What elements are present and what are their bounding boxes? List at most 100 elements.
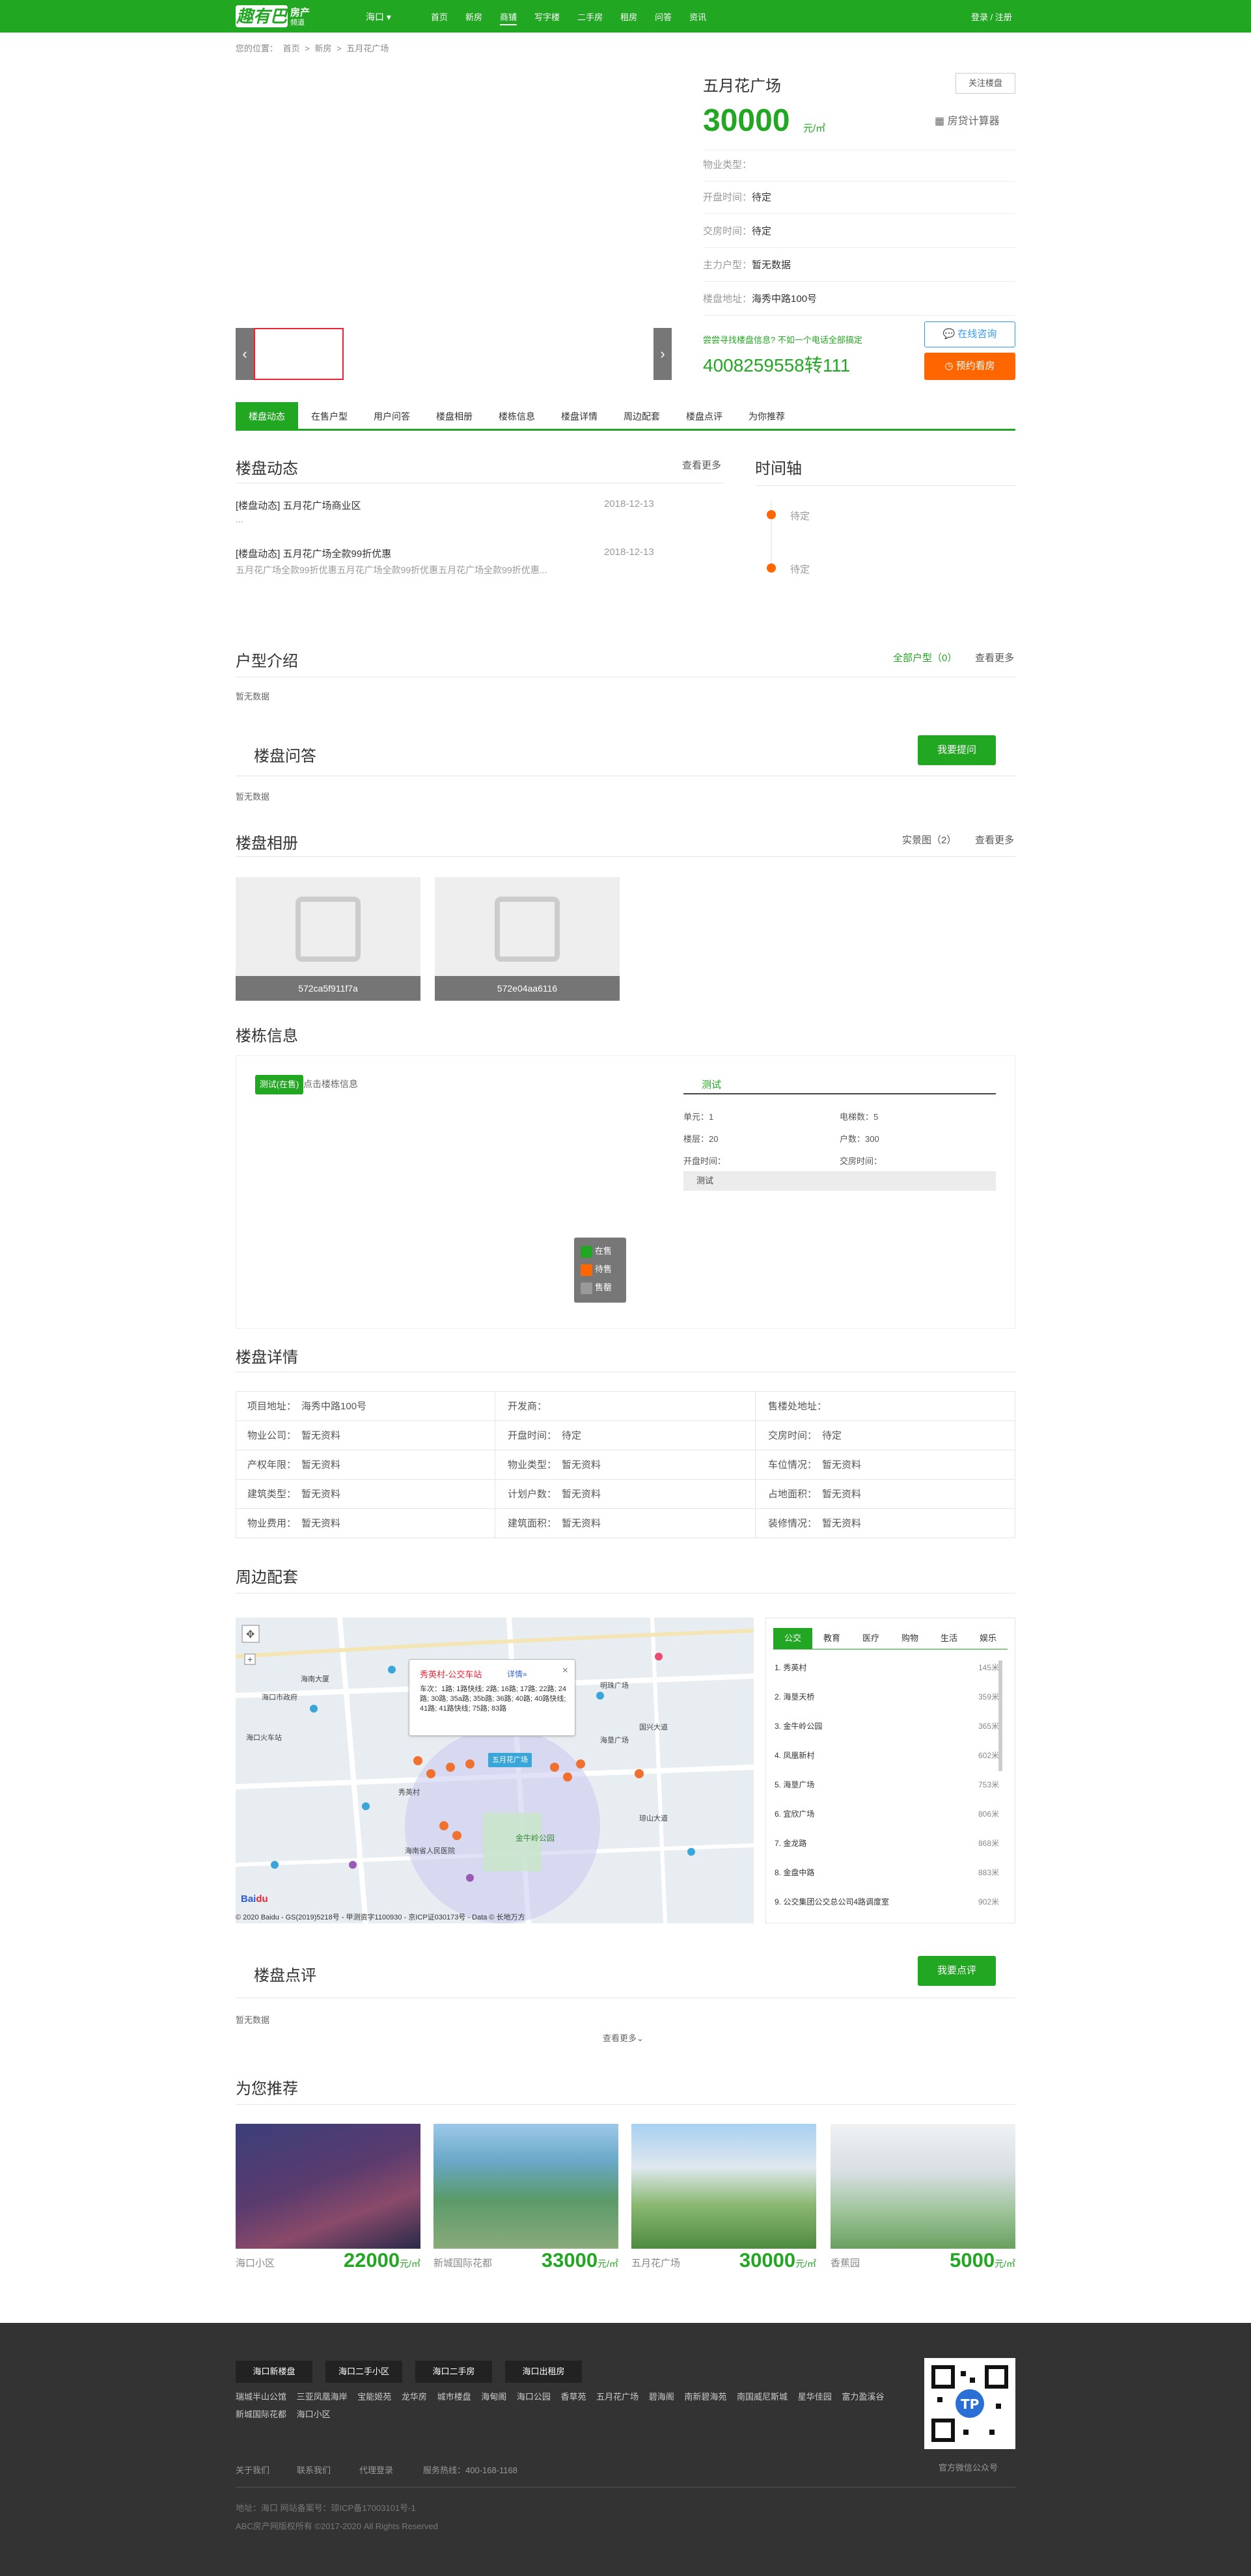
list-item[interactable]: 4. 凤凰新村 602米 — [775, 1750, 999, 1761]
map-tab-education[interactable]: 教育 — [812, 1628, 851, 1649]
nav-offices[interactable]: 写字楼 — [534, 10, 560, 25]
all-units-link[interactable]: 全部户型（0） — [893, 651, 957, 664]
building-kv: 户数：300 — [840, 1132, 879, 1145]
building-kv: 楼层：20 — [683, 1132, 718, 1145]
footer-about[interactable]: 关于我们 — [236, 2463, 269, 2476]
footer-link[interactable]: 海甸阁 — [481, 2392, 506, 2402]
map-property-label[interactable]: 五月花广场 — [488, 1753, 532, 1767]
footer-contact[interactable]: 联系我们 — [297, 2463, 331, 2476]
footer-tab-second-hand[interactable]: 海口二手房 — [415, 2361, 492, 2383]
thumbnail-selected[interactable] — [254, 328, 344, 380]
footer-link[interactable]: 瑞城半山公馆 — [236, 2392, 286, 2402]
news-item-title[interactable]: [楼盘动态] 五月花广场商业区 — [236, 498, 361, 512]
dynamics-more-link[interactable]: 查看更多 — [682, 458, 721, 472]
gallery-prev-arrow[interactable]: ‹ — [236, 328, 254, 380]
building-tag[interactable]: 测试(在售) — [255, 1075, 303, 1094]
close-icon[interactable]: × — [562, 1665, 568, 1677]
tab-album[interactable]: 楼盘相册 — [423, 402, 486, 431]
recommend-card[interactable]: 香蕉园 5000元/㎡ — [831, 2124, 1015, 2271]
city-selector[interactable]: 海口 ▾ — [366, 10, 391, 23]
nav-qa[interactable]: 问答 — [655, 10, 672, 25]
footer-tab-rent[interactable]: 海口出租房 — [505, 2361, 582, 2383]
nav-home[interactable]: 首页 — [431, 10, 448, 25]
tab-surroundings[interactable]: 周边配套 — [611, 402, 673, 431]
online-consult-button[interactable]: 💬 在线咨询 — [924, 321, 1015, 347]
building-unit-bar[interactable]: 测试 — [683, 1171, 996, 1191]
reviews-more-link[interactable]: 查看更多⌄ — [603, 2031, 644, 2044]
real-photos-link[interactable]: 实景图（2） — [902, 833, 956, 847]
list-item[interactable]: 1. 秀英村 145米 — [775, 1662, 999, 1673]
footer-link[interactable]: 五月花广场 — [596, 2392, 639, 2402]
list-item[interactable]: 3. 金牛岭公园 365米 — [775, 1720, 999, 1731]
legend-swatch-on-sale — [581, 1245, 592, 1258]
ask-question-button[interactable]: 我要提问 — [918, 735, 996, 765]
footer-link[interactable]: 星华佳园 — [798, 2392, 832, 2402]
list-item[interactable]: 9. 公交集团公交总公司4路调度室 902米 — [775, 1896, 999, 1907]
footer-link[interactable]: 海口公园 — [517, 2392, 551, 2402]
tab-dynamics[interactable]: 楼盘动态 — [236, 402, 298, 431]
footer-link[interactable]: 碧海阁 — [649, 2392, 674, 2402]
recommend-card[interactable]: 五月花广场 30000元/㎡ — [631, 2124, 816, 2271]
footer-tab-new-homes[interactable]: 海口新楼盘 — [236, 2361, 312, 2383]
gallery-next-arrow[interactable]: › — [653, 328, 672, 380]
nav-news[interactable]: 资讯 — [689, 10, 706, 25]
album-photo[interactable]: 572ca5f911f7a — [236, 877, 420, 1001]
detail-cell: 开发商： — [508, 1401, 547, 1412]
write-review-button[interactable]: 我要点评 — [918, 1956, 996, 1986]
recommend-card[interactable]: 海口小区 22000元/㎡ — [236, 2124, 420, 2271]
nav-shops[interactable]: 商铺 — [500, 10, 517, 25]
footer-link[interactable]: 南国威尼斯城 — [737, 2392, 788, 2402]
login-register-link[interactable]: 登录 / 注册 — [971, 10, 1012, 23]
tab-qa[interactable]: 用户问答 — [361, 402, 423, 431]
list-item[interactable]: 7. 金龙路 868米 — [775, 1837, 999, 1849]
nav-rent[interactable]: 租房 — [620, 10, 637, 25]
footer-link[interactable]: 海口小区 — [297, 2409, 331, 2419]
footer-tab-second-hand-estates[interactable]: 海口二手小区 — [325, 2361, 402, 2383]
map-tab-entertainment[interactable]: 娱乐 — [969, 1628, 1008, 1649]
nav-new-homes[interactable]: 新房 — [465, 10, 482, 25]
footer-link[interactable]: 龙华房 — [402, 2392, 427, 2402]
list-item[interactable]: 5. 海垦广场 753米 — [775, 1779, 999, 1790]
gallery-main-image[interactable] — [236, 65, 672, 319]
footer-agent-login[interactable]: 代理登录 — [359, 2463, 393, 2476]
map-tab-living[interactable]: 生活 — [929, 1628, 969, 1649]
footer-copyright: ABC房产网版权所有 ©2017-2020 All Rights Reserve… — [236, 2521, 438, 2531]
svg-text:+: + — [247, 1654, 253, 1664]
footer-link[interactable]: 香草苑 — [560, 2392, 586, 2402]
map-tab-medical[interactable]: 医疗 — [851, 1628, 890, 1649]
surroundings-title: 周边配套 — [236, 1569, 298, 1586]
units-more-link[interactable]: 查看更多 — [975, 651, 1014, 664]
tab-recommend[interactable]: 为你推荐 — [735, 402, 798, 431]
footer-link[interactable]: 三亚凤凰海岸 — [297, 2392, 348, 2402]
tab-reviews[interactable]: 楼盘点评 — [673, 402, 735, 431]
footer-link[interactable]: 城市楼盘 — [437, 2392, 471, 2402]
album-photo[interactable]: 572e04aa6116 — [435, 877, 620, 1001]
list-item[interactable]: 2. 海垦天桥 359米 — [775, 1691, 999, 1702]
book-viewing-button[interactable]: ◷ 预约看房 — [924, 353, 1015, 380]
tab-units[interactable]: 在售户型 — [298, 402, 361, 431]
nav-second-hand[interactable]: 二手房 — [577, 10, 603, 25]
timeline-item: 待定 — [790, 564, 810, 575]
album-more-link[interactable]: 查看更多 — [975, 833, 1014, 847]
reviews-title: 楼盘点评 — [254, 1967, 316, 1985]
footer-link[interactable]: 新城国际花都 — [236, 2409, 286, 2419]
map-tab-shopping[interactable]: 购物 — [890, 1628, 929, 1649]
map-tab-bus[interactable]: 公交 — [773, 1628, 812, 1649]
tab-building[interactable]: 楼栋信息 — [486, 402, 548, 431]
site-logo[interactable]: 趣有巴 房产 频道 — [236, 4, 328, 29]
list-item[interactable]: 6. 宜欣广场 806米 — [775, 1808, 999, 1819]
list-item[interactable]: 8. 金盘中路 883米 — [775, 1867, 999, 1878]
popup-detail-link[interactable]: 详情» — [507, 1668, 527, 1679]
mortgage-calculator-link[interactable]: ▦ 房贷计算器 — [935, 112, 1000, 128]
footer-link[interactable]: 富力盈溪谷 — [842, 2392, 884, 2402]
building-tab[interactable]: 测试 — [683, 1076, 996, 1094]
footer-link[interactable]: 宝能姬苑 — [357, 2392, 391, 2402]
breadcrumb-new-homes[interactable]: 新房 — [315, 44, 332, 53]
footer-link[interactable]: 南新碧海苑 — [684, 2392, 726, 2402]
follow-button[interactable]: 关注楼盘 — [955, 73, 1015, 94]
breadcrumb-home[interactable]: 首页 — [283, 44, 300, 53]
footer-links: 瑞城半山公馆 三亚凤凰海岸 宝能姬苑 龙华房 城市楼盘 海甸阁 海口公园 香草苑… — [236, 2388, 893, 2423]
news-item-title[interactable]: [楼盘动态] 五月花广场全款99折优惠 — [236, 547, 391, 560]
tab-details[interactable]: 楼盘详情 — [548, 402, 611, 431]
recommend-card[interactable]: 新城国际花都 33000元/㎡ — [433, 2124, 618, 2271]
